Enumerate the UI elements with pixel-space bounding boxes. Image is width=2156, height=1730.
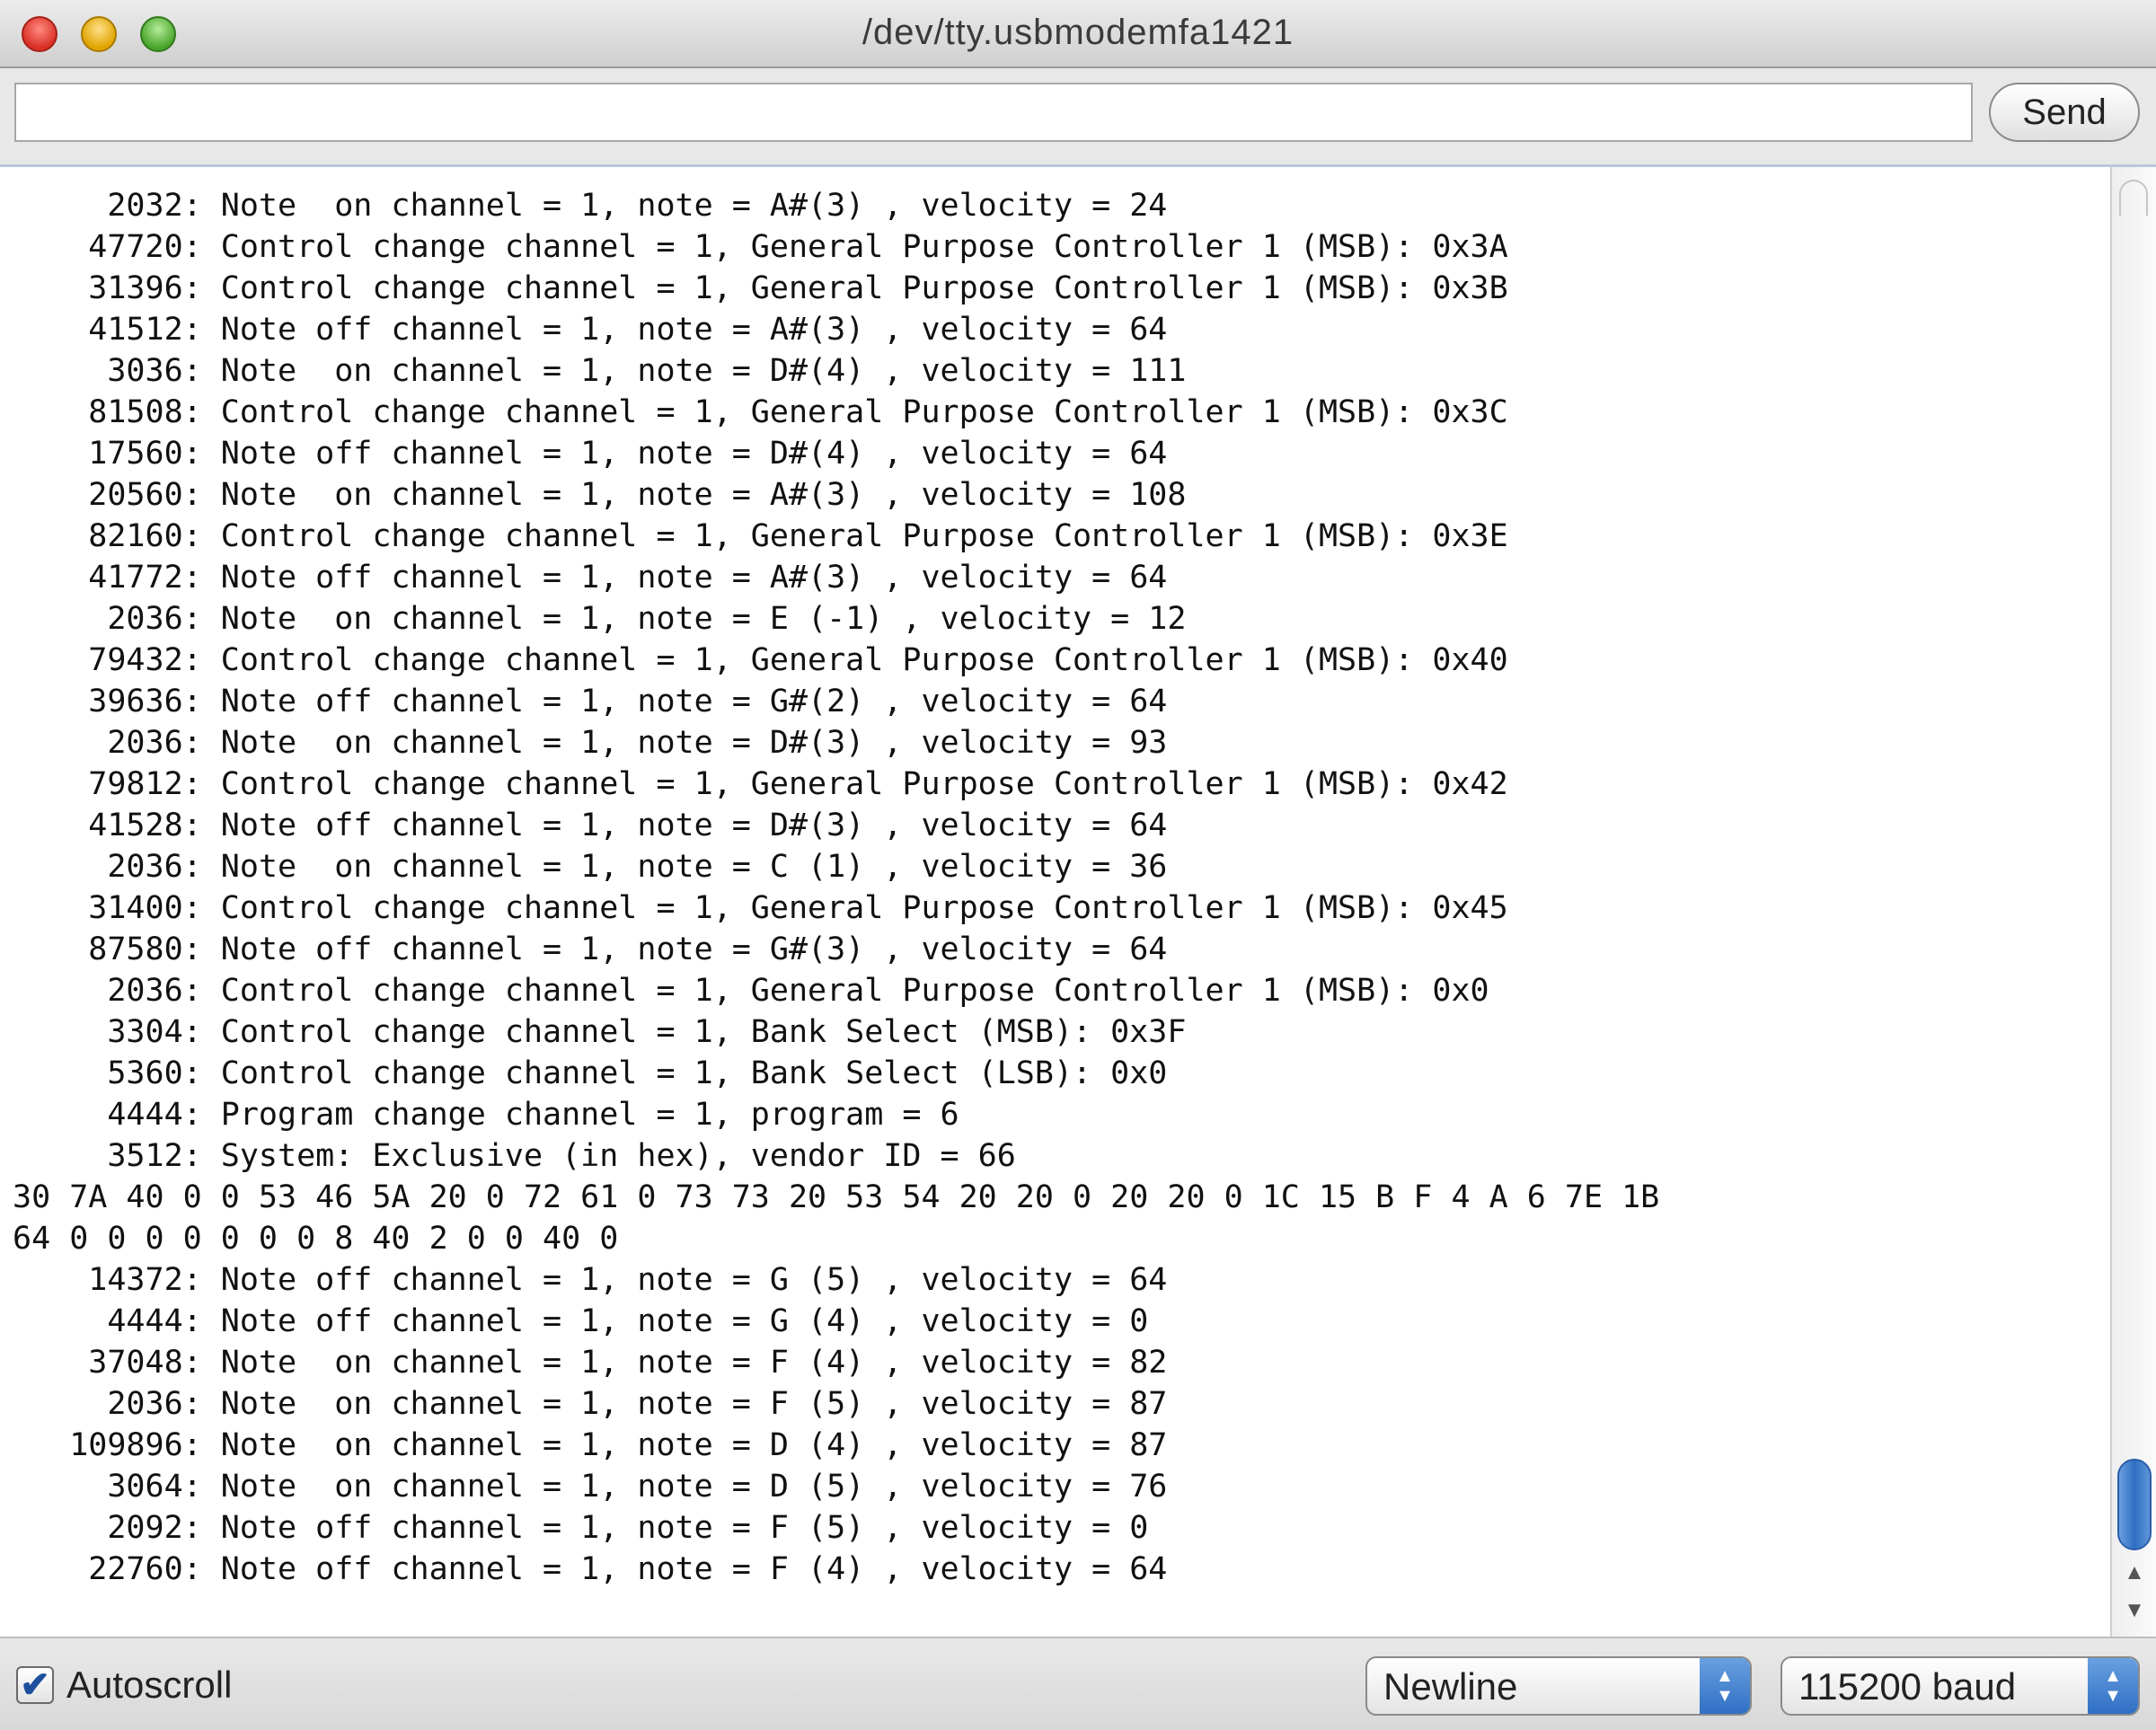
console-line: 41528: Note off channel = 1, note = D#(3… — [13, 808, 1168, 843]
line-ending-value: Newline — [1383, 1665, 1518, 1708]
console-line: 30 7A 40 0 0 53 46 5A 20 0 72 61 0 73 73… — [13, 1179, 1660, 1215]
console-line: 79812: Control change channel = 1, Gener… — [13, 766, 1508, 802]
console-line: 41772: Note off channel = 1, note = A#(3… — [13, 560, 1168, 596]
scrollbar-track-top — [2119, 180, 2148, 216]
console-line: 87580: Note off channel = 1, note = G#(3… — [13, 931, 1168, 967]
console-line: 47720: Control change channel = 1, Gener… — [13, 229, 1508, 265]
console-line: 31400: Control change channel = 1, Gener… — [13, 890, 1508, 926]
console-line: 2036: Note on channel = 1, note = E (-1)… — [13, 601, 1187, 637]
console-line: 2036: Note on channel = 1, note = C (1) … — [13, 849, 1168, 885]
console-line: 3064: Note on channel = 1, note = D (5) … — [13, 1469, 1168, 1505]
scroll-down-arrow-icon[interactable]: ▼ — [2119, 1595, 2150, 1626]
scroll-up-arrow-icon[interactable]: ▲ — [2119, 1558, 2150, 1588]
scrollbar-thumb[interactable] — [2117, 1459, 2152, 1550]
line-ending-select[interactable]: Newline ▲ ▼ — [1365, 1656, 1752, 1716]
autoscroll-checkbox[interactable]: ✔ — [16, 1666, 54, 1704]
bottom-bar: ✔ Autoscroll Newline ▲ ▼ 115200 baud ▲ ▼ — [0, 1637, 2156, 1730]
console-line: 64 0 0 0 0 0 0 0 8 40 2 0 0 40 0 — [13, 1221, 619, 1257]
console-line: 3304: Control change channel = 1, Bank S… — [13, 1014, 1187, 1050]
console-line: 79432: Control change channel = 1, Gener… — [13, 642, 1508, 678]
console-line: 82160: Control change channel = 1, Gener… — [13, 518, 1508, 554]
console-line: 4444: Program change channel = 1, progra… — [13, 1097, 959, 1133]
console-line: 2036: Control change channel = 1, Genera… — [13, 973, 1489, 1009]
console-line: 22760: Note off channel = 1, note = F (4… — [13, 1551, 1168, 1587]
console-line: 4444: Note off channel = 1, note = G (4)… — [13, 1303, 1149, 1339]
baud-rate-value: 115200 baud — [1798, 1665, 2017, 1708]
console-line: 31396: Control change channel = 1, Gener… — [13, 270, 1508, 306]
send-button[interactable]: Send — [1989, 83, 2140, 142]
up-down-arrows-icon: ▲ ▼ — [1700, 1658, 1750, 1714]
autoscroll-label: Autoscroll — [66, 1664, 233, 1706]
title-bar[interactable]: /dev/tty.usbmodemfa1421 — [0, 0, 2156, 68]
console-lines: 2032: Note on channel = 1, note = A#(3) … — [13, 185, 1659, 1590]
autoscroll-toggle[interactable]: ✔ Autoscroll — [16, 1662, 232, 1708]
console-line: 17560: Note off channel = 1, note = D#(4… — [13, 436, 1168, 472]
console-line: 81508: Control change channel = 1, Gener… — [13, 394, 1508, 430]
console-line: 2036: Note on channel = 1, note = F (5) … — [13, 1386, 1168, 1422]
baud-rate-select[interactable]: 115200 baud ▲ ▼ — [1780, 1656, 2140, 1716]
console-line: 109896: Note on channel = 1, note = D (4… — [13, 1427, 1168, 1463]
console-line: 5360: Control change channel = 1, Bank S… — [13, 1055, 1168, 1091]
send-row: Send — [0, 68, 2156, 167]
console-line: 3036: Note on channel = 1, note = D#(4) … — [13, 353, 1187, 389]
console-line: 14372: Note off channel = 1, note = G (5… — [13, 1262, 1168, 1298]
up-down-arrows-icon: ▲ ▼ — [2088, 1658, 2138, 1714]
serial-monitor-window: /dev/tty.usbmodemfa1421 Send 2032: Note … — [0, 0, 2156, 1730]
console-line: 20560: Note on channel = 1, note = A#(3)… — [13, 477, 1187, 513]
console-scrollbar[interactable]: ▲ ▼ — [2111, 167, 2156, 1637]
console-line: 39636: Note off channel = 1, note = G#(2… — [13, 684, 1168, 719]
console-line: 2032: Note on channel = 1, note = A#(3) … — [13, 188, 1168, 224]
console-line: 37048: Note on channel = 1, note = F (4)… — [13, 1345, 1168, 1381]
console-line: 41512: Note off channel = 1, note = A#(3… — [13, 312, 1168, 348]
window-title: /dev/tty.usbmodemfa1421 — [862, 13, 1294, 52]
console-line: 3512: System: Exclusive (in hex), vendor… — [13, 1138, 1016, 1174]
serial-send-input[interactable] — [14, 83, 1973, 142]
serial-output-console[interactable]: 2032: Note on channel = 1, note = A#(3) … — [0, 167, 2111, 1637]
console-line: 2092: Note off channel = 1, note = F (5)… — [13, 1510, 1149, 1546]
console-line: 2036: Note on channel = 1, note = D#(3) … — [13, 725, 1168, 761]
